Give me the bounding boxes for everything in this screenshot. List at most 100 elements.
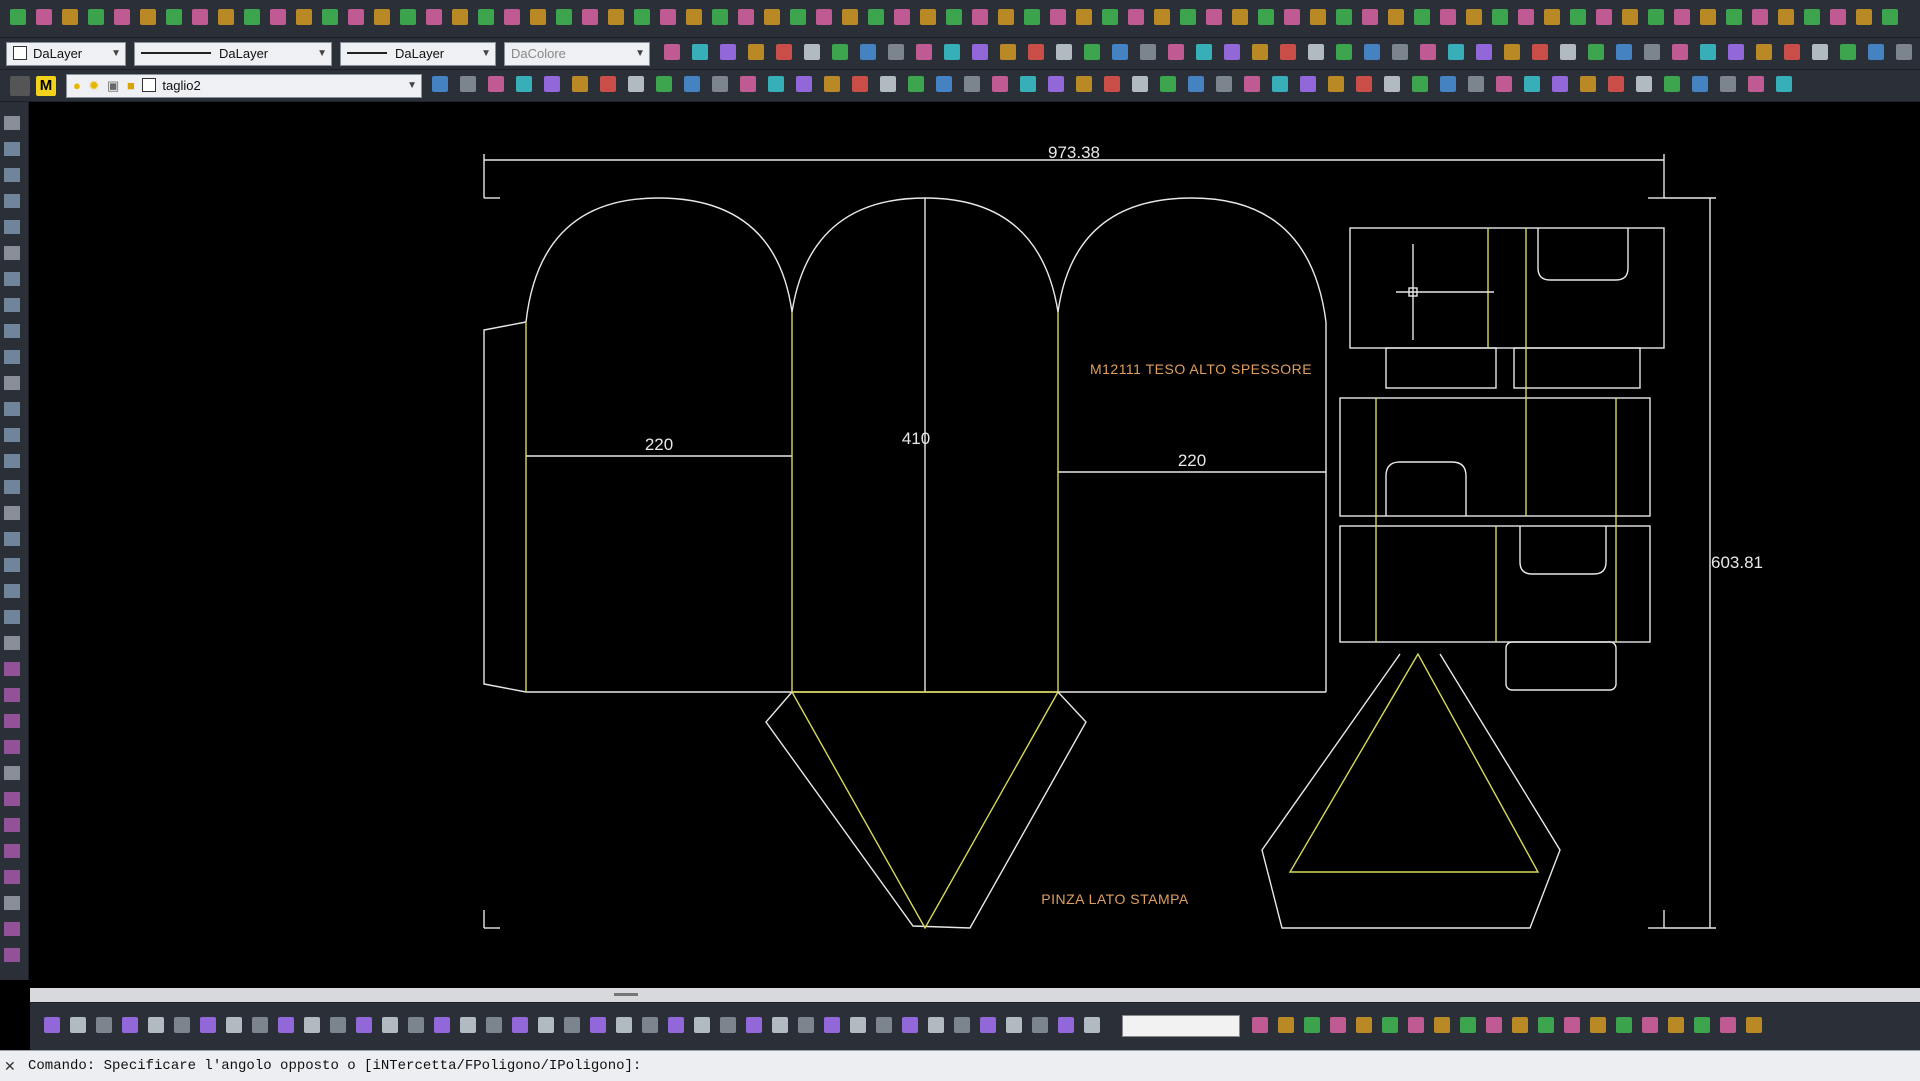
property-tool-icon[interactable]	[1364, 44, 1380, 60]
modify-tool-icon[interactable]	[330, 1017, 346, 1033]
standard-tool-icon[interactable]	[842, 9, 858, 25]
layer-tool-icon[interactable]	[1580, 76, 1596, 92]
standard-tool-icon[interactable]	[1882, 9, 1898, 25]
property-tool-icon[interactable]	[1476, 44, 1492, 60]
property-tool-icon[interactable]	[1112, 44, 1128, 60]
property-tool-icon[interactable]	[1308, 44, 1324, 60]
text-style-icon[interactable]: M	[36, 76, 56, 96]
draw-tool-icon[interactable]	[4, 636, 20, 650]
layer-tool-icon[interactable]	[796, 76, 812, 92]
layer-tool-icon[interactable]	[1104, 76, 1120, 92]
standard-tool-icon[interactable]	[192, 9, 208, 25]
draw-tool-icon[interactable]	[4, 740, 20, 754]
standard-tool-icon[interactable]	[556, 9, 572, 25]
standard-tool-icon[interactable]	[1180, 9, 1196, 25]
snap-tool-icon[interactable]	[1382, 1017, 1398, 1033]
modify-tool-icon[interactable]	[642, 1017, 658, 1033]
modify-tool-icon[interactable]	[590, 1017, 606, 1033]
property-tool-icon[interactable]	[776, 44, 792, 60]
layer-tool-icon[interactable]	[1496, 76, 1512, 92]
layer-tool-icon[interactable]	[1608, 76, 1624, 92]
modify-tool-icon[interactable]	[434, 1017, 450, 1033]
snap-tool-icon[interactable]	[1538, 1017, 1554, 1033]
standard-tool-icon[interactable]	[374, 9, 390, 25]
layer-tool-icon[interactable]	[1188, 76, 1204, 92]
modify-tool-icon[interactable]	[44, 1017, 60, 1033]
draw-tool-icon[interactable]	[4, 610, 20, 624]
property-tool-icon[interactable]	[1504, 44, 1520, 60]
standard-tool-icon[interactable]	[36, 9, 52, 25]
snap-tool-icon[interactable]	[1642, 1017, 1658, 1033]
property-tool-icon[interactable]	[1168, 44, 1184, 60]
draw-tool-icon[interactable]	[4, 948, 20, 962]
layer-tool-icon[interactable]	[1748, 76, 1764, 92]
standard-tool-icon[interactable]	[1492, 9, 1508, 25]
draw-tool-icon[interactable]	[4, 298, 20, 312]
standard-tool-icon[interactable]	[1206, 9, 1222, 25]
standard-tool-icon[interactable]	[504, 9, 520, 25]
layer-tool-icon[interactable]	[1020, 76, 1036, 92]
horizontal-scrollbar[interactable]	[30, 988, 1920, 1002]
standard-tool-icon[interactable]	[686, 9, 702, 25]
property-tool-icon[interactable]	[1392, 44, 1408, 60]
layer-tool-icon[interactable]	[964, 76, 980, 92]
layer-tool-icon[interactable]	[1244, 76, 1260, 92]
property-tool-icon[interactable]	[1280, 44, 1296, 60]
standard-tool-icon[interactable]	[1076, 9, 1092, 25]
standard-tool-icon[interactable]	[1700, 9, 1716, 25]
layer-tool-icon[interactable]	[740, 76, 756, 92]
layer-tool-icon[interactable]	[432, 76, 448, 92]
draw-tool-icon[interactable]	[4, 376, 20, 390]
standard-tool-icon[interactable]	[1440, 9, 1456, 25]
standard-tool-icon[interactable]	[348, 9, 364, 25]
standard-tool-icon[interactable]	[1596, 9, 1612, 25]
property-tool-icon[interactable]	[1728, 44, 1744, 60]
layer-tool-icon[interactable]	[908, 76, 924, 92]
drawing-canvas[interactable]: 973.38 603.81 220 410 220 M12111 TESO AL…	[30, 102, 1920, 988]
snap-tool-icon[interactable]	[1668, 1017, 1684, 1033]
standard-tool-icon[interactable]	[1128, 9, 1144, 25]
standard-tool-icon[interactable]	[816, 9, 832, 25]
layer-tool-icon[interactable]	[544, 76, 560, 92]
property-tool-icon[interactable]	[1756, 44, 1772, 60]
standard-tool-icon[interactable]	[1414, 9, 1430, 25]
snap-tool-icon[interactable]	[1746, 1017, 1762, 1033]
layer-tool-icon[interactable]	[684, 76, 700, 92]
bottom-input-field[interactable]	[1122, 1015, 1240, 1037]
modify-tool-icon[interactable]	[278, 1017, 294, 1033]
layer-tool-icon[interactable]	[992, 76, 1008, 92]
standard-tool-icon[interactable]	[530, 9, 546, 25]
standard-tool-icon[interactable]	[1258, 9, 1274, 25]
layer-tool-icon[interactable]	[572, 76, 588, 92]
modify-tool-icon[interactable]	[668, 1017, 684, 1033]
layer-tool-icon[interactable]	[1384, 76, 1400, 92]
snap-tool-icon[interactable]	[1590, 1017, 1606, 1033]
command-line[interactable]: ✕ Comando: Specificare l'angolo opposto …	[0, 1050, 1920, 1081]
modify-tool-icon[interactable]	[772, 1017, 788, 1033]
modify-tool-icon[interactable]	[538, 1017, 554, 1033]
property-tool-icon[interactable]	[1028, 44, 1044, 60]
snap-tool-icon[interactable]	[1486, 1017, 1502, 1033]
snap-tool-icon[interactable]	[1356, 1017, 1372, 1033]
layer-tool-icon[interactable]	[1468, 76, 1484, 92]
property-tool-icon[interactable]	[888, 44, 904, 60]
modify-tool-icon[interactable]	[954, 1017, 970, 1033]
draw-tool-icon[interactable]	[4, 818, 20, 832]
property-tool-icon[interactable]	[944, 44, 960, 60]
standard-tool-icon[interactable]	[62, 9, 78, 25]
property-tool-icon[interactable]	[664, 44, 680, 60]
layer-tool-icon[interactable]	[1664, 76, 1680, 92]
standard-tool-icon[interactable]	[1102, 9, 1118, 25]
snap-tool-icon[interactable]	[1252, 1017, 1268, 1033]
modify-tool-icon[interactable]	[928, 1017, 944, 1033]
draw-tool-icon[interactable]	[4, 402, 20, 416]
draw-tool-icon[interactable]	[4, 142, 20, 156]
modify-tool-icon[interactable]	[1032, 1017, 1048, 1033]
property-tool-icon[interactable]	[832, 44, 848, 60]
snap-tool-icon[interactable]	[1330, 1017, 1346, 1033]
property-tool-icon[interactable]	[1588, 44, 1604, 60]
draw-tool-icon[interactable]	[4, 558, 20, 572]
modify-tool-icon[interactable]	[382, 1017, 398, 1033]
layer-tool-icon[interactable]	[1720, 76, 1736, 92]
scrollbar-grip[interactable]	[614, 993, 638, 996]
